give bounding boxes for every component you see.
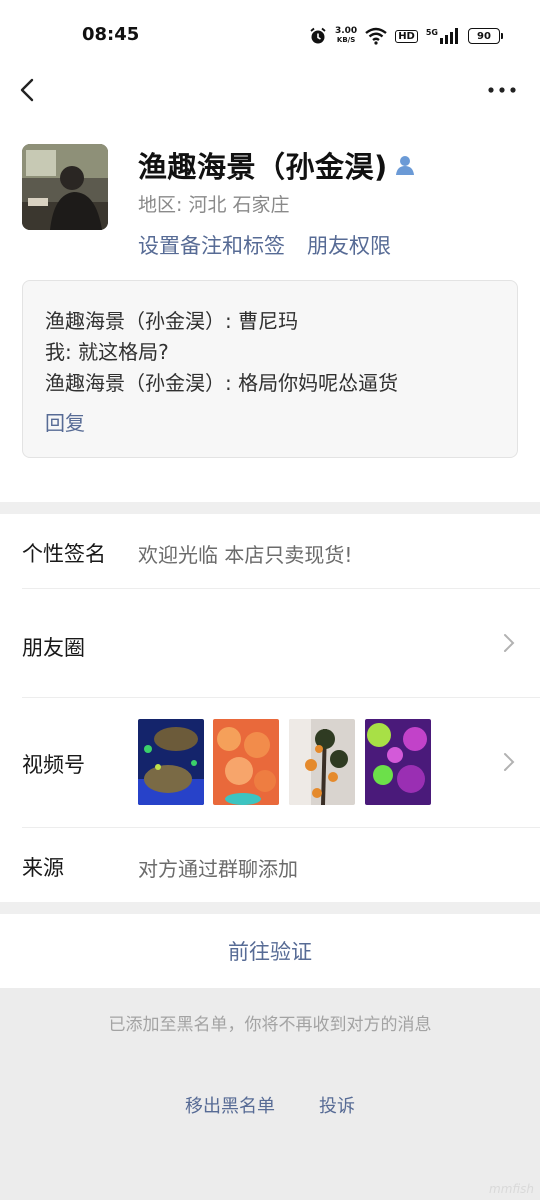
avatar[interactable] <box>22 144 108 230</box>
source-label: 来源 <box>22 856 64 880</box>
source-value: 对方通过群聊添加 <box>138 857 298 881</box>
chevron-right-icon <box>504 753 515 771</box>
complain-link[interactable]: 投诉 <box>319 1092 355 1118</box>
blacklist-section: 已添加至黑名单，你将不再收到对方的消息 移出黑名单 投诉 mmfish <box>0 988 540 1200</box>
message-card: 渔趣海景（孙金淏）: 曹尼玛 我: 就这格局? 渔趣海景（孙金淏）: 格局你妈呢… <box>22 280 518 458</box>
net-speed-unit: KB/S <box>336 36 356 44</box>
name-row: 渔趣海景（孙金淏) <box>138 144 416 186</box>
message-line: 我: 就这格局? <box>45 340 169 364</box>
channel-thumbnail[interactable] <box>365 719 431 805</box>
nav-bar <box>0 70 540 110</box>
status-icons: 3.00 KB/S HD 5G 90 <box>309 24 503 48</box>
chevron-right-icon <box>504 634 515 652</box>
channel-thumbnail[interactable] <box>138 719 204 805</box>
wifi-icon <box>365 27 387 45</box>
message-line: 渔趣海景（孙金淏）: 曹尼玛 <box>45 309 299 333</box>
region-text: 地区: 河北 石家庄 <box>138 194 290 216</box>
alarm-icon <box>310 27 326 44</box>
message-line: 渔趣海景（孙金淏）: 格局你妈呢怂逼货 <box>45 371 399 395</box>
reply-link[interactable]: 回复 <box>45 407 85 436</box>
blacklist-actions: 移出黑名单 投诉 <box>0 1092 540 1118</box>
network-label: 5G <box>425 28 438 37</box>
moments-label: 朋友圈 <box>22 636 85 660</box>
signal-group: 5G <box>426 28 460 44</box>
status-bar: 08:45 3.00 KB/S HD 5G 90 <box>0 0 540 72</box>
contact-person-icon <box>395 156 414 175</box>
net-speed: 3.00 KB/S <box>335 27 357 45</box>
signal-icon <box>440 28 458 44</box>
verify-button[interactable]: 前往验证 <box>0 914 540 988</box>
signature-label: 个性签名 <box>22 542 106 566</box>
back-icon[interactable] <box>12 74 44 106</box>
net-speed-value: 3.00 <box>334 26 358 36</box>
friend-permission-link[interactable]: 朋友权限 <box>307 230 391 260</box>
battery-icon: 90 <box>468 28 503 44</box>
section-separator <box>0 902 540 914</box>
remove-blacklist-link[interactable]: 移出黑名单 <box>185 1092 275 1118</box>
watermark: mmfish <box>489 1182 534 1196</box>
divider <box>22 827 540 828</box>
more-icon[interactable] <box>486 74 518 106</box>
channels-label: 视频号 <box>22 753 85 777</box>
channel-thumbnail[interactable] <box>213 719 279 805</box>
blacklist-notice: 已添加至黑名单，你将不再收到对方的消息 <box>108 1015 432 1035</box>
status-time: 08:45 <box>82 24 140 45</box>
signature-value: 欢迎光临 本店只卖现货! <box>138 543 353 567</box>
battery-level: 90 <box>477 30 491 42</box>
moments-row[interactable]: 朋友圈 <box>0 589 540 697</box>
profile-actions: 设置备注和标签 朋友权限 <box>138 230 391 260</box>
contact-name: 渔趣海景（孙金淏) <box>138 150 388 184</box>
hd-badge: HD <box>395 29 418 43</box>
verify-label: 前往验证 <box>228 940 312 964</box>
set-remark-link[interactable]: 设置备注和标签 <box>138 230 285 260</box>
section-separator <box>0 502 540 514</box>
avatar-image <box>22 144 108 230</box>
channel-thumbnail[interactable] <box>289 719 355 805</box>
